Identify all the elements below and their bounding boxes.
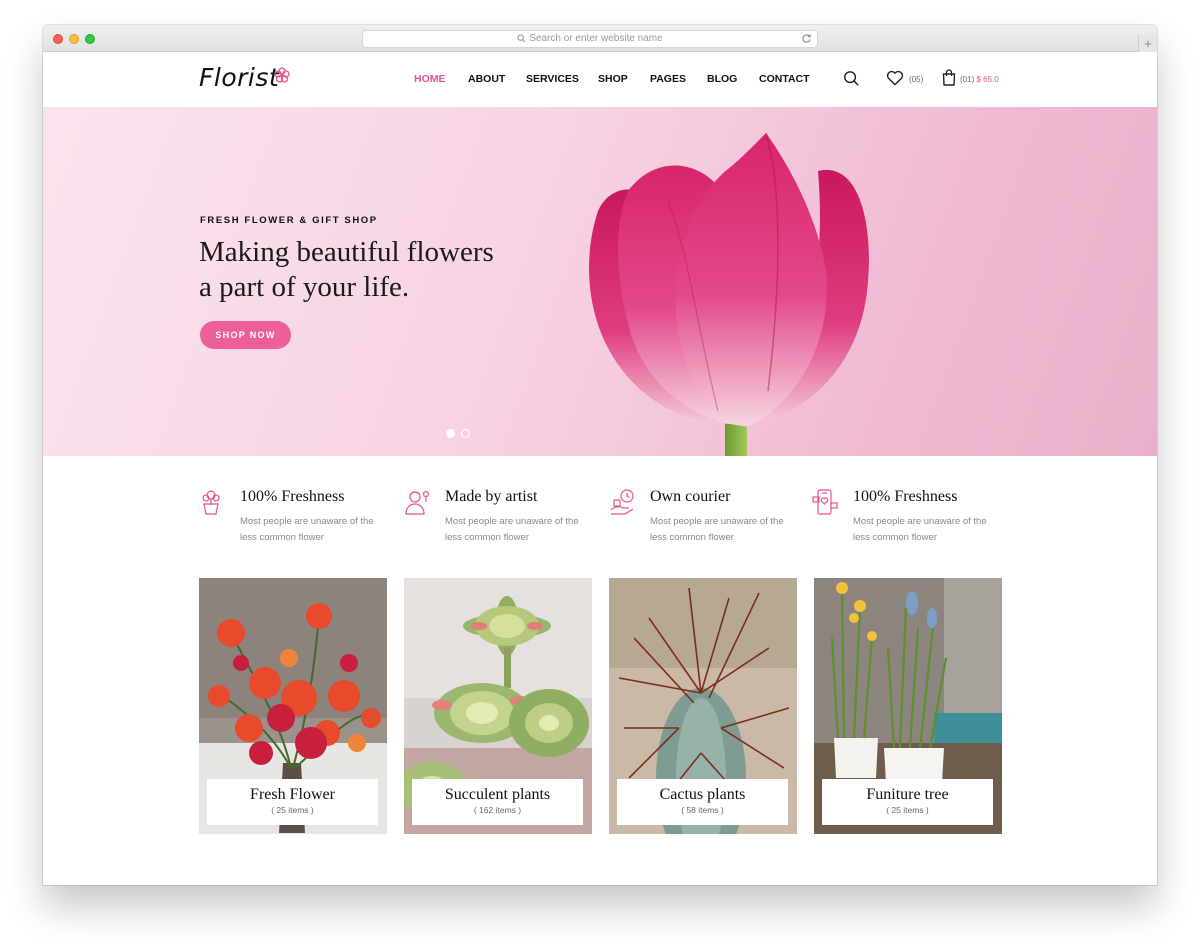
site-logo[interactable]: Florist	[199, 63, 279, 92]
feature-title: Own courier	[650, 488, 731, 505]
wishlist-count: (05)	[909, 75, 924, 84]
category-card-cactus-plants[interactable]: Cactus plants ( 58 items )	[609, 578, 797, 834]
close-window-button[interactable]	[53, 34, 63, 44]
nav-item-contact[interactable]: CONTACT	[759, 73, 819, 85]
feature-text: Most people are unaware of the less comm…	[445, 516, 579, 543]
category-grid: Fresh Flower ( 25 items ) Succulent plan…	[43, 578, 1157, 834]
features-row: 100% Freshness Most people are unaware o…	[43, 456, 1157, 576]
category-card-fresh-flower[interactable]: Fresh Flower ( 25 items )	[199, 578, 387, 834]
search-icon[interactable]	[843, 70, 860, 87]
shop-now-button[interactable]: SHOP NOW	[200, 321, 291, 349]
cart-total: $ 65.0	[976, 75, 999, 84]
category-count: ( 25 items )	[271, 805, 314, 815]
main-nav: HOME ABOUT SERVICES SHOP PAGES BLOG CONT…	[414, 73, 819, 85]
maximize-window-button[interactable]	[85, 34, 95, 44]
slider-dot-1[interactable]	[446, 429, 455, 438]
hero-slider: FRESH FLOWER & GIFT SHOP Making beautifu…	[43, 107, 1157, 456]
feature-text: Most people are unaware of the less comm…	[650, 516, 784, 543]
address-bar[interactable]: Search or enter website name	[362, 30, 818, 48]
feature-title: 100% Freshness	[240, 488, 345, 505]
nav-item-shop[interactable]: SHOP	[598, 73, 650, 85]
category-label: Succulent plants ( 162 items )	[412, 779, 583, 825]
category-label: Funiture tree ( 25 items )	[822, 779, 993, 825]
feature-title: Made by artist	[445, 488, 538, 505]
courier-clock-icon	[610, 489, 634, 515]
category-label: Cactus plants ( 58 items )	[617, 779, 788, 825]
category-name[interactable]: Cactus plants	[617, 786, 788, 804]
hero-headline-line-2: a part of your life.	[199, 271, 410, 303]
address-placeholder: Search or enter website name	[529, 33, 663, 44]
category-name[interactable]: Succulent plants	[412, 786, 583, 804]
new-tab-button[interactable]: +	[1138, 35, 1157, 53]
browser-window: Search or enter website name + Florist H…	[43, 25, 1157, 885]
artist-icon	[405, 490, 430, 515]
browser-titlebar: Search or enter website name +	[43, 25, 1157, 53]
search-icon	[517, 34, 526, 43]
category-count: ( 162 items )	[473, 805, 522, 815]
category-count: ( 25 items )	[886, 805, 929, 815]
nav-item-about[interactable]: ABOUT	[468, 73, 526, 85]
feature-title: 100% Freshness	[853, 488, 958, 505]
tulip-hero-image	[589, 132, 869, 456]
category-name[interactable]: Funiture tree	[822, 786, 993, 804]
logo-flower-icon	[274, 67, 290, 83]
cart-summary[interactable]: (01) $ 65.0	[960, 75, 999, 84]
flower-pot-icon	[202, 490, 220, 515]
reload-icon[interactable]	[801, 33, 812, 44]
category-count: ( 58 items )	[681, 805, 724, 815]
feature-text: Most people are unaware of the less comm…	[240, 516, 374, 543]
minimize-window-button[interactable]	[69, 34, 79, 44]
hero-eyebrow: FRESH FLOWER & GIFT SHOP	[200, 215, 378, 226]
category-name[interactable]: Fresh Flower	[207, 786, 378, 804]
hero-headline-line-1: Making beautiful flowers	[199, 236, 494, 268]
category-card-funiture-tree[interactable]: Funiture tree ( 25 items )	[814, 578, 1002, 834]
feature-text: Most people are unaware of the less comm…	[853, 516, 987, 543]
heart-icon[interactable]	[886, 70, 904, 86]
nav-item-home[interactable]: HOME	[414, 73, 468, 85]
nav-item-services[interactable]: SERVICES	[526, 73, 598, 85]
cart-count: (01)	[960, 75, 975, 84]
shopping-bag-icon[interactable]	[942, 69, 956, 86]
nav-item-blog[interactable]: BLOG	[707, 73, 759, 85]
site-header: Florist HOME ABOUT SERVICES SHOP PAGES B…	[43, 52, 1157, 107]
slider-dot-2[interactable]	[461, 429, 470, 438]
category-card-succulent-plants[interactable]: Succulent plants ( 162 items )	[404, 578, 592, 834]
hero-headline: Making beautiful flowers a part of your …	[199, 235, 579, 305]
category-label: Fresh Flower ( 25 items )	[207, 779, 378, 825]
mobile-order-icon	[812, 489, 838, 515]
nav-item-pages[interactable]: PAGES	[650, 73, 707, 85]
